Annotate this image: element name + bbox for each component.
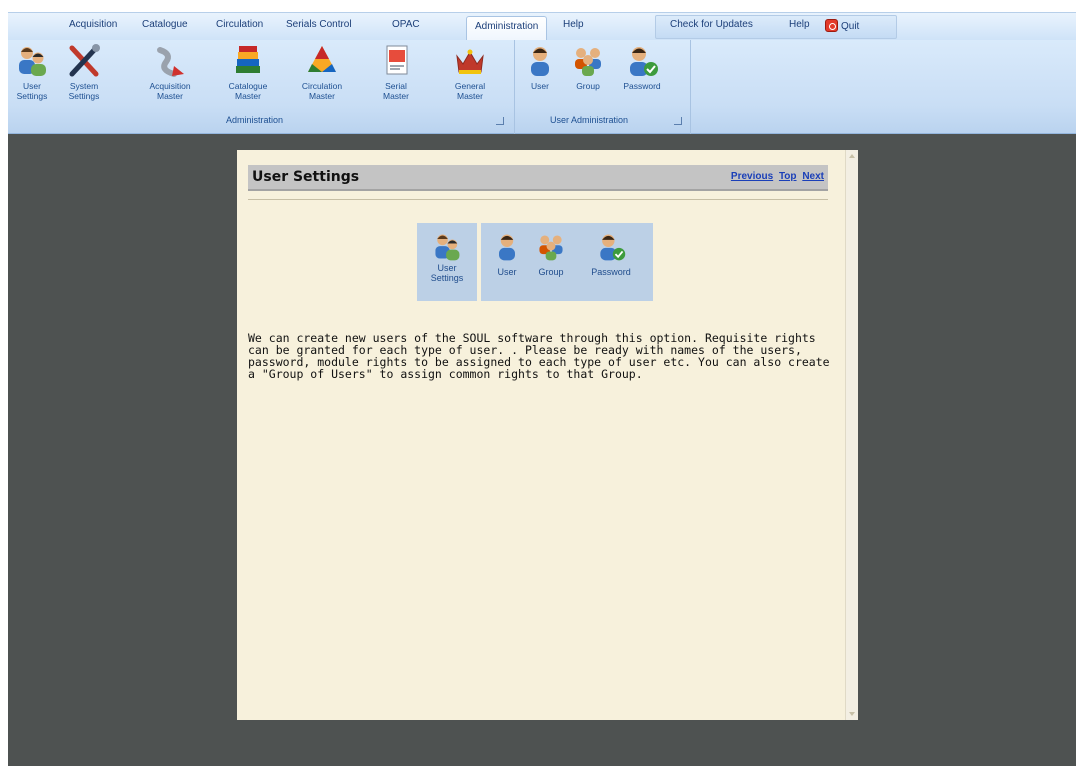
ribbon-label: Group bbox=[576, 81, 600, 91]
ribbon-label: Master bbox=[309, 91, 335, 101]
tab-opac[interactable]: OPAC bbox=[392, 19, 420, 30]
tab-catalogue[interactable]: Catalogue bbox=[142, 19, 188, 30]
divider bbox=[248, 199, 828, 200]
quick-label: Password bbox=[591, 267, 631, 277]
section-nav: Previous Top Next bbox=[728, 171, 824, 182]
ribbon: User Settings System Settings Acquisitio… bbox=[8, 40, 1076, 134]
ribbon-group-label: User Administration bbox=[550, 115, 629, 125]
power-icon bbox=[825, 19, 838, 32]
check-updates-link[interactable]: Check for Updates bbox=[670, 19, 753, 30]
description-text: We can create new users of the SOUL soft… bbox=[248, 331, 830, 381]
vertical-scrollbar[interactable] bbox=[845, 150, 858, 720]
ribbon-label: User bbox=[23, 81, 41, 91]
ribbon-label: Master bbox=[457, 91, 483, 101]
ribbon-circulation-master-button[interactable]: Circulation Master bbox=[294, 44, 350, 101]
quick-label: Group bbox=[538, 267, 564, 277]
ribbon-group-user-administration: User Group Password User Administration bbox=[514, 40, 691, 134]
ribbon-group-label: Administration bbox=[226, 115, 284, 125]
ribbon-label: Settings bbox=[16, 91, 48, 101]
quick-password-button[interactable]: Password bbox=[579, 231, 643, 277]
ribbon-label: Serial bbox=[385, 81, 407, 91]
ribbon-password-button[interactable]: Password bbox=[616, 44, 668, 91]
workspace: User Settings Previous Top Next User Sett… bbox=[8, 134, 1076, 766]
books-icon bbox=[236, 46, 260, 73]
serial-icon bbox=[386, 45, 408, 75]
ribbon-label: Master bbox=[383, 91, 409, 101]
tab-serials-control[interactable]: Serials Control bbox=[286, 19, 352, 30]
next-link[interactable]: Next bbox=[802, 171, 824, 182]
ribbon-label: Settings bbox=[68, 91, 100, 101]
top-link[interactable]: Top bbox=[779, 171, 797, 182]
tools-icon bbox=[69, 44, 100, 77]
ribbon-acquisition-master-button[interactable]: Acquisition Master bbox=[142, 44, 198, 101]
user-icon bbox=[531, 47, 549, 76]
help-content-panel: User Settings Previous Top Next User Sett… bbox=[237, 150, 858, 720]
group-launcher-icon[interactable] bbox=[496, 117, 504, 125]
ribbon-group-button[interactable]: Group bbox=[566, 44, 610, 91]
previous-link[interactable]: Previous bbox=[731, 171, 773, 182]
quick-label: User Settings bbox=[417, 263, 477, 283]
page-title: User Settings bbox=[252, 169, 360, 185]
quick-label: User bbox=[497, 267, 517, 277]
quit-label: Quit bbox=[841, 21, 860, 32]
ribbon-label: Master bbox=[157, 91, 183, 101]
ribbon-label: Catalogue bbox=[228, 81, 268, 91]
tab-help[interactable]: Help bbox=[563, 19, 584, 30]
password-icon bbox=[630, 47, 658, 76]
ribbon-user-settings-button[interactable]: User Settings bbox=[4, 44, 60, 101]
ribbon-label: Password bbox=[623, 81, 661, 91]
ribbon-serial-master-button[interactable]: Serial Master bbox=[368, 44, 424, 101]
circulation-icon bbox=[308, 46, 336, 72]
password-icon bbox=[600, 234, 626, 261]
menu-tab-bar: Acquisition Catalogue Circulation Serial… bbox=[8, 12, 1076, 42]
quick-user-settings-button[interactable]: User Settings bbox=[417, 223, 477, 301]
tab-circulation[interactable]: Circulation bbox=[216, 19, 263, 30]
ribbon-label: Acquisition bbox=[149, 81, 191, 91]
help-link[interactable]: Help bbox=[789, 19, 810, 30]
group-launcher-icon[interactable] bbox=[674, 117, 682, 125]
label-line: Settings bbox=[430, 273, 464, 283]
ribbon-label: General bbox=[454, 81, 486, 91]
ribbon-label: User bbox=[531, 81, 549, 91]
scroll-down-arrow-icon[interactable] bbox=[849, 712, 855, 716]
group-icon bbox=[575, 48, 601, 76]
section-header: User Settings Previous Top Next bbox=[248, 165, 828, 191]
ribbon-label: Master bbox=[235, 91, 261, 101]
ribbon-system-settings-button[interactable]: System Settings bbox=[56, 44, 112, 101]
acquisition-icon bbox=[157, 47, 184, 77]
quick-user-admin-group: User Group Password bbox=[481, 223, 653, 301]
quit-button[interactable]: Quit bbox=[825, 19, 859, 32]
quick-group-button[interactable]: Group bbox=[531, 231, 571, 277]
ribbon-label: System bbox=[69, 81, 99, 91]
users-icon bbox=[19, 47, 46, 76]
ribbon-user-button[interactable]: User bbox=[520, 44, 560, 91]
user-icon bbox=[499, 234, 515, 261]
ribbon-group-administration: User Settings System Settings Acquisitio… bbox=[8, 40, 515, 134]
scroll-up-arrow-icon[interactable] bbox=[849, 154, 855, 158]
users-icon bbox=[435, 234, 460, 261]
ribbon-label: Circulation bbox=[301, 81, 343, 91]
quick-user-button[interactable]: User bbox=[489, 231, 525, 277]
tab-acquisition[interactable]: Acquisition bbox=[69, 19, 117, 30]
ribbon-general-master-button[interactable]: General Master bbox=[442, 44, 498, 101]
crown-icon bbox=[456, 49, 484, 74]
ribbon-catalogue-master-button[interactable]: Catalogue Master bbox=[220, 44, 276, 101]
label-line: User bbox=[437, 263, 457, 273]
tab-administration[interactable]: Administration bbox=[466, 16, 548, 42]
group-icon bbox=[539, 235, 563, 261]
